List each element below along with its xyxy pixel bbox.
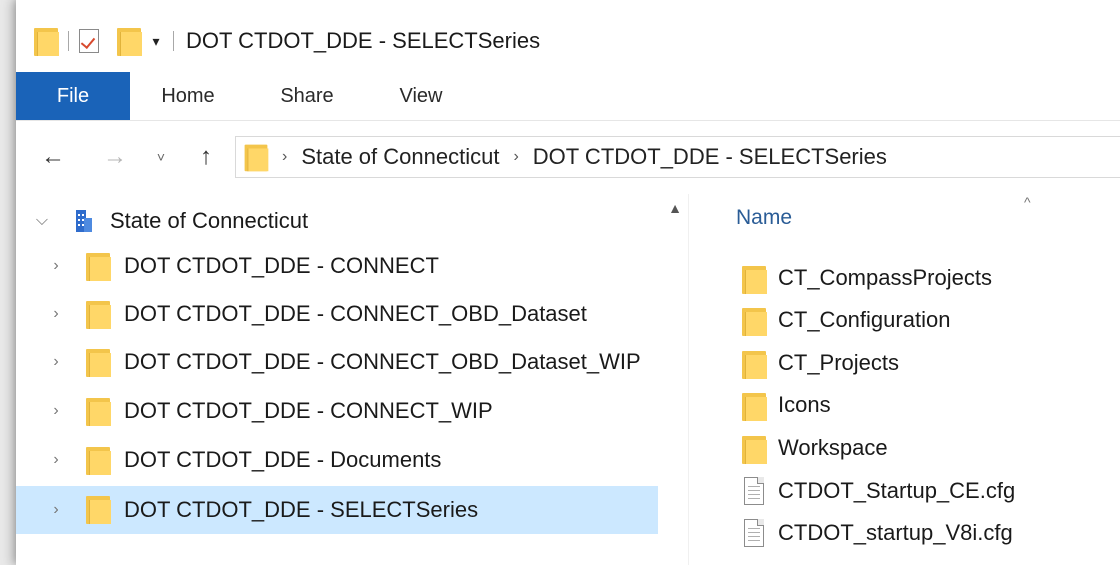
pane-divider[interactable] xyxy=(688,194,689,565)
folder-icon xyxy=(244,143,269,172)
tree-item-state-of-connecticut[interactable]: ⌵ State of Connecticut xyxy=(16,198,658,244)
file-name: CTDOT_Startup_CE.cfg xyxy=(778,478,1016,503)
back-arrow-icon[interactable]: ← xyxy=(38,139,68,175)
sort-ascending-icon: ^ xyxy=(1024,194,1031,210)
tree-item-connect-wip[interactable]: › DOT CTDOT_DDE - CONNECT_WIP xyxy=(16,388,658,434)
address-bar[interactable]: › State of Connecticut › DOT CTDOT_DDE -… xyxy=(235,136,1120,178)
properties-icon[interactable] xyxy=(79,29,99,53)
tree-item-label: DOT CTDOT_DDE - CONNECT xyxy=(124,253,439,278)
tree-item-selectseries[interactable]: › DOT CTDOT_DDE - SELECTSeries xyxy=(16,486,658,534)
tab-file[interactable]: File xyxy=(16,72,130,120)
folder-icon xyxy=(742,349,767,379)
list-item[interactable]: CTDOT_startup_V8i.cfg xyxy=(706,513,1120,553)
tree-item-label: DOT CTDOT_DDE - CONNECT_WIP xyxy=(124,398,493,423)
scroll-up-arrow-icon[interactable]: ▲ xyxy=(664,200,686,222)
folder-icon xyxy=(86,494,111,524)
up-arrow-icon[interactable]: ↑ xyxy=(191,139,221,175)
list-item[interactable]: CT_Projects xyxy=(706,343,1120,383)
customize-dropdown-icon[interactable]: ▾ xyxy=(149,33,163,50)
tree-item-label: DOT CTDOT_DDE - SELECTSeries xyxy=(124,497,479,522)
folder-icon xyxy=(742,434,767,464)
list-item[interactable]: CT_CompassProjects xyxy=(706,258,1120,298)
file-name: Icons xyxy=(778,392,831,417)
chevron-right-icon[interactable]: › xyxy=(46,451,66,469)
tab-view[interactable]: View xyxy=(389,72,453,120)
tree-item-connect-obd-dataset[interactable]: › DOT CTDOT_DDE - CONNECT_OBD_Dataset xyxy=(16,291,658,337)
tree-item-label: DOT CTDOT_DDE - CONNECT_OBD_Dataset_WIP xyxy=(124,349,641,374)
chevron-right-icon[interactable]: › xyxy=(46,501,66,519)
list-item[interactable]: CT_Configuration xyxy=(706,300,1120,340)
chevron-right-icon[interactable]: › xyxy=(46,257,66,275)
chevron-down-icon[interactable]: ⌵ xyxy=(32,212,52,230)
quick-access-toolbar: ▾ DOT CTDOT_DDE - SELECTSeries xyxy=(34,26,540,56)
file-name: CT_Projects xyxy=(778,350,900,375)
folder-icon xyxy=(86,299,111,329)
ribbon-tabs: File Home Share View xyxy=(16,72,1120,120)
breadcrumb-selectseries[interactable]: DOT CTDOT_DDE - SELECTSeries xyxy=(533,144,887,170)
list-item[interactable]: CTDOT_Startup_CE.cfg xyxy=(706,471,1120,511)
folder-icon xyxy=(86,445,111,475)
tree-item-label: DOT CTDOT_DDE - Documents xyxy=(124,447,442,472)
document-icon xyxy=(744,477,764,505)
folder-icon xyxy=(742,264,767,294)
chevron-right-icon[interactable]: › xyxy=(46,305,66,323)
folder-icon xyxy=(34,26,59,56)
file-list-pane: ^ Name CT_CompassProjects CT_Configurati… xyxy=(706,194,1120,565)
list-item[interactable]: Workspace xyxy=(706,428,1120,468)
breadcrumb-separator[interactable]: › xyxy=(282,148,287,166)
recent-locations-chevron-icon[interactable]: ˅ xyxy=(151,139,171,175)
folder-icon xyxy=(86,347,111,377)
file-name: Workspace xyxy=(778,435,888,460)
tree-item-label: State of Connecticut xyxy=(110,208,309,233)
folder-icon xyxy=(742,391,767,421)
navigation-bar: ← → ˅ ↑ › State of Connecticut › DOT CTD… xyxy=(16,120,1120,195)
new-folder-icon[interactable] xyxy=(117,26,142,56)
column-header-name[interactable]: Name xyxy=(736,206,792,230)
file-name: CT_Configuration xyxy=(778,307,951,332)
toolbar-separator xyxy=(173,31,174,51)
tree-item-documents[interactable]: › DOT CTDOT_DDE - Documents xyxy=(16,437,658,483)
tab-share[interactable]: Share xyxy=(272,72,342,120)
chevron-right-icon[interactable]: › xyxy=(46,353,66,371)
tree-item-connect[interactable]: › DOT CTDOT_DDE - CONNECT xyxy=(16,243,658,289)
forward-arrow-icon[interactable]: → xyxy=(100,139,130,175)
tree-item-label: DOT CTDOT_DDE - CONNECT_OBD_Dataset xyxy=(124,301,587,326)
folder-icon xyxy=(86,396,111,426)
folder-icon xyxy=(86,251,111,281)
toolbar-separator xyxy=(68,31,69,51)
file-name: CTDOT_startup_V8i.cfg xyxy=(778,520,1013,545)
list-item[interactable]: Icons xyxy=(706,385,1120,425)
navigation-pane: ⌵ State of Connecticut › DOT CTDOT_DDE -… xyxy=(16,194,658,565)
window-title: DOT CTDOT_DDE - SELECTSeries xyxy=(186,28,541,53)
chevron-right-icon[interactable]: › xyxy=(46,402,66,420)
breadcrumb-state-of-connecticut[interactable]: State of Connecticut xyxy=(301,144,499,170)
document-icon xyxy=(744,519,764,547)
breadcrumb-separator[interactable]: › xyxy=(513,148,518,166)
tab-home[interactable]: Home xyxy=(153,72,223,120)
file-explorer-window: ▾ DOT CTDOT_DDE - SELECTSeries File Home… xyxy=(16,0,1120,565)
folder-icon xyxy=(742,306,767,336)
title-bar: ▾ DOT CTDOT_DDE - SELECTSeries xyxy=(16,0,1120,72)
tree-item-connect-obd-dataset-wip[interactable]: › DOT CTDOT_DDE - CONNECT_OBD_Dataset_WI… xyxy=(16,339,658,385)
file-name: CT_CompassProjects xyxy=(778,265,992,290)
building-icon xyxy=(76,210,92,232)
